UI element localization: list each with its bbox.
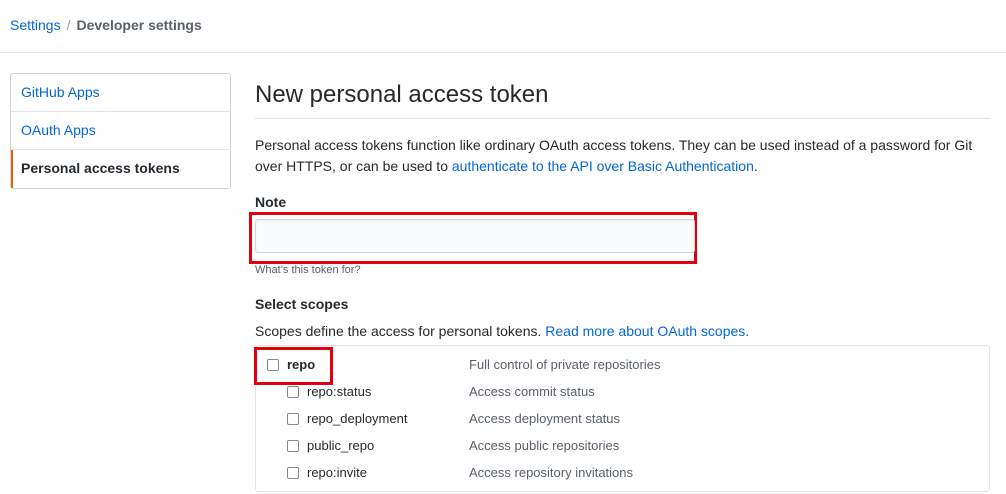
scope-name-repo-invite: repo:invite — [307, 465, 367, 480]
note-input[interactable] — [255, 219, 695, 253]
page-title: New personal access token — [255, 73, 990, 119]
scopes-desc-text: Scopes define the access for personal to… — [255, 323, 546, 339]
token-description: Personal access tokens function like ord… — [255, 135, 990, 177]
scope-desc-repo-invite: Access repository invitations — [469, 465, 634, 480]
sidebar-item-personal-access-tokens[interactable]: Personal access tokens — [11, 150, 230, 188]
oauth-scopes-link[interactable]: Read more about OAuth scopes. — [545, 323, 749, 339]
description-end: . — [753, 158, 758, 174]
breadcrumb-settings-link[interactable]: Settings — [10, 17, 61, 33]
scope-row-repo-invite: repo:invite Access repository invitation… — [256, 459, 989, 486]
scopes-list: repo Full control of private repositorie… — [254, 345, 990, 492]
scope-row-repo-deployment: repo_deployment Access deployment status — [256, 405, 989, 432]
scopes-description: Scopes define the access for personal to… — [255, 323, 990, 343]
repo-deployment-checkbox[interactable] — [287, 413, 299, 425]
developer-settings-sidebar: GitHub Apps OAuth Apps Personal access t… — [10, 73, 231, 189]
basic-auth-link[interactable]: authenticate to the API over Basic Authe… — [452, 158, 754, 174]
scope-name-repo: repo — [287, 357, 316, 372]
scope-row-repo: repo Full control of private repositorie… — [256, 351, 989, 378]
scope-name-repo-deployment: repo_deployment — [307, 411, 408, 426]
repo-status-checkbox[interactable] — [287, 386, 299, 398]
repo-invite-checkbox[interactable] — [287, 467, 299, 479]
main-content: New personal access token Personal acces… — [249, 73, 990, 492]
scope-desc-repo-deployment: Access deployment status — [469, 411, 621, 426]
scope-desc-public-repo: Access public repositories — [469, 438, 620, 453]
breadcrumb-separator: / — [66, 17, 71, 33]
scope-name-repo-status: repo:status — [307, 384, 372, 399]
breadcrumb-current: Developer settings — [76, 17, 202, 33]
scope-desc-repo: Full control of private repositories — [469, 357, 661, 372]
sidebar-item-github-apps[interactable]: GitHub Apps — [11, 74, 230, 112]
breadcrumb: Settings / Developer settings — [0, 0, 1006, 53]
scope-row-public-repo: public_repo Access public repositories — [256, 432, 989, 459]
repo-checkbox[interactable] — [267, 359, 279, 371]
public-repo-checkbox[interactable] — [287, 440, 299, 452]
sidebar-item-oauth-apps[interactable]: OAuth Apps — [11, 112, 230, 150]
note-label: Note — [255, 194, 287, 210]
note-highlight-box — [249, 212, 697, 264]
scope-name-public-repo: public_repo — [307, 438, 375, 453]
scope-row-repo-status: repo:status Access commit status — [256, 378, 989, 405]
scope-desc-repo-status: Access commit status — [469, 384, 595, 399]
select-scopes-label: Select scopes — [255, 296, 349, 312]
note-hint: What’s this token for? — [255, 264, 361, 276]
